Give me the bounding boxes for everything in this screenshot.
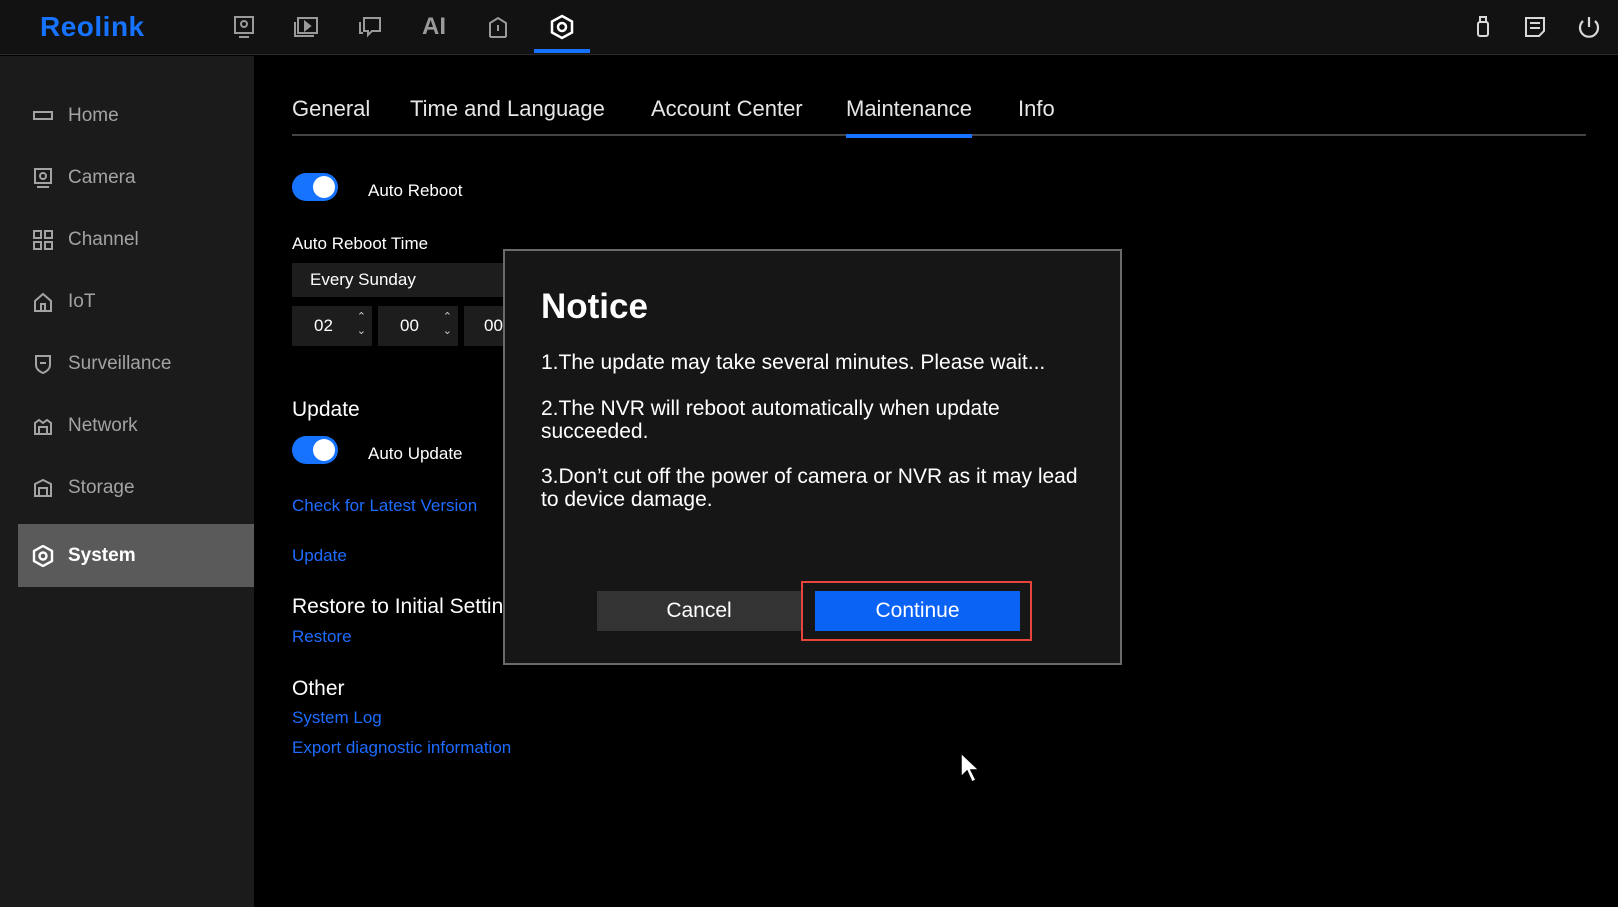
update-section-title: Update bbox=[292, 398, 360, 421]
continue-highlight-box: Continue bbox=[801, 581, 1032, 641]
dialog-title: Notice bbox=[541, 287, 648, 326]
usb-icon[interactable] bbox=[1468, 12, 1498, 42]
storage-icon bbox=[32, 477, 54, 499]
minute-value: 00 bbox=[400, 316, 419, 335]
sidebar-item-system[interactable]: System bbox=[18, 524, 254, 587]
reboot-schedule-select[interactable]: Every Sunday bbox=[292, 263, 512, 297]
tab-maintenance[interactable]: Maintenance bbox=[846, 96, 972, 138]
tab-account-center[interactable]: Account Center bbox=[651, 96, 803, 136]
system-gear-icon bbox=[32, 544, 54, 567]
export-diagnostic-link[interactable]: Export diagnostic information bbox=[292, 738, 511, 758]
network-icon bbox=[32, 415, 54, 437]
dialog-line-2: 2.The NVR will reboot automatically when… bbox=[541, 397, 1000, 443]
dialog-line-1: 1.The update may take several minutes. P… bbox=[541, 351, 1046, 374]
restore-section-title: Restore to Initial Settings bbox=[292, 595, 502, 618]
shield-icon bbox=[32, 353, 54, 375]
stepper-arrows-icon[interactable]: ⌃ ⌄ bbox=[443, 310, 452, 338]
cancel-button[interactable]: Cancel bbox=[597, 591, 801, 631]
playback-icon[interactable] bbox=[284, 10, 328, 44]
sidebar-item-label: Camera bbox=[68, 166, 136, 188]
sidebar-item-home[interactable]: Home bbox=[18, 84, 254, 147]
sidebar-item-label: Home bbox=[68, 104, 119, 126]
sidebar-item-label: IoT bbox=[68, 290, 96, 312]
alarm-icon[interactable] bbox=[476, 10, 520, 44]
settings-tabs: General Time and Language Account Center… bbox=[292, 90, 1586, 138]
continue-button[interactable]: Continue bbox=[815, 591, 1020, 631]
message-icon[interactable] bbox=[348, 10, 392, 44]
minute-stepper[interactable]: 00 ⌃ ⌄ bbox=[378, 306, 458, 346]
sidebar-item-iot[interactable]: IoT bbox=[18, 270, 254, 333]
sidebar-item-channel[interactable]: Channel bbox=[18, 208, 254, 271]
sidebar-item-network[interactable]: Network bbox=[18, 394, 254, 457]
second-value: 00 bbox=[484, 316, 503, 335]
restore-link[interactable]: Restore bbox=[292, 627, 352, 647]
tab-info[interactable]: Info bbox=[1018, 96, 1055, 136]
sidebar-item-surveillance[interactable]: Surveillance bbox=[18, 332, 254, 395]
notice-dialog: Notice 1.The update may take several min… bbox=[503, 249, 1122, 665]
auto-update-label: Auto Update bbox=[368, 444, 463, 463]
dialog-line-3: 3.Don’t cut off the power of camera or N… bbox=[541, 465, 1078, 511]
iot-house-icon bbox=[32, 291, 54, 313]
home-icon bbox=[32, 105, 54, 127]
notes-icon[interactable] bbox=[1520, 12, 1550, 42]
reolink-logo: Reolink bbox=[40, 11, 145, 42]
hour-stepper[interactable]: 02 ⌃ ⌄ bbox=[292, 306, 372, 346]
channel-grid-icon bbox=[32, 229, 54, 251]
ai-icon[interactable]: AI bbox=[412, 10, 456, 44]
sidebar-item-storage[interactable]: Storage bbox=[18, 456, 254, 519]
check-latest-version-link[interactable]: Check for Latest Version bbox=[292, 496, 477, 516]
stepper-arrows-icon[interactable]: ⌃ ⌄ bbox=[357, 310, 366, 338]
other-section-title: Other bbox=[292, 677, 345, 700]
auto-update-toggle[interactable] bbox=[292, 436, 338, 464]
tab-time-and-language[interactable]: Time and Language bbox=[410, 96, 605, 136]
tab-general[interactable]: General bbox=[292, 96, 370, 136]
power-icon[interactable] bbox=[1574, 12, 1604, 42]
auto-reboot-label: Auto Reboot bbox=[368, 181, 463, 200]
top-bar: Reolink AI bbox=[0, 0, 1618, 55]
sidebar: Home Camera Channel IoT Surveillance Net… bbox=[0, 56, 254, 907]
auto-reboot-time-label: Auto Reboot Time bbox=[292, 234, 429, 253]
mouse-cursor-icon bbox=[960, 751, 981, 789]
live-view-icon[interactable] bbox=[222, 10, 266, 44]
sidebar-item-label: Storage bbox=[68, 476, 135, 498]
sidebar-item-camera[interactable]: Camera bbox=[18, 146, 254, 209]
ai-label: AI bbox=[422, 13, 446, 40]
update-link[interactable]: Update bbox=[292, 546, 347, 566]
camera-icon bbox=[32, 167, 54, 189]
sidebar-item-label: Surveillance bbox=[68, 352, 172, 374]
sidebar-item-label: Channel bbox=[68, 228, 139, 250]
sidebar-item-label: System bbox=[68, 544, 136, 566]
sidebar-item-label: Network bbox=[68, 414, 138, 436]
settings-icon[interactable] bbox=[534, 10, 590, 53]
system-log-link[interactable]: System Log bbox=[292, 708, 382, 728]
auto-reboot-toggle[interactable] bbox=[292, 173, 338, 201]
hour-value: 02 bbox=[314, 316, 333, 335]
